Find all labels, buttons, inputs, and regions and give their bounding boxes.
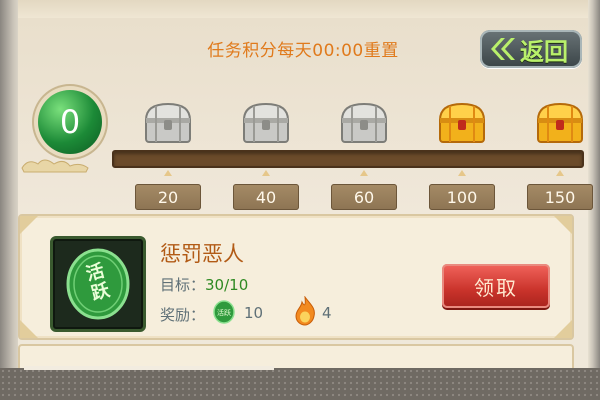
- reward-label: 奖励：: [160, 306, 206, 324]
- milestone-threshold: 60: [331, 184, 397, 210]
- task-title: 惩罚恶人: [160, 242, 244, 266]
- corner-ornament-icon: [554, 320, 572, 338]
- silver-chest-icon[interactable]: [140, 98, 196, 148]
- silver-chest-icon[interactable]: [238, 98, 294, 148]
- milestone-marker-icon: [458, 170, 466, 176]
- reward-fire-amount: 4: [322, 304, 332, 322]
- claim-button[interactable]: 领取: [442, 264, 550, 308]
- silver-chest-icon[interactable]: [336, 98, 392, 148]
- bottom-pattern: [0, 368, 600, 400]
- reward-active-amount: 10: [244, 304, 264, 322]
- points-value: 0: [59, 103, 81, 141]
- back-button[interactable]: 返回: [480, 30, 582, 68]
- claim-button-label: 领取: [474, 275, 518, 300]
- gold-chest-icon[interactable]: [532, 98, 588, 148]
- task-icon: 活跃: [50, 236, 146, 332]
- milestone-threshold: 40: [233, 184, 299, 210]
- corner-ornament-icon: [20, 320, 38, 338]
- milestone-threshold: 20: [135, 184, 201, 210]
- task-card: 活跃 惩罚恶人 目标：30/10 奖励： 活跃 10 4 领取: [18, 214, 574, 340]
- active-points-icon-text: 活跃: [217, 308, 231, 317]
- target-value: 30/10: [205, 276, 249, 294]
- milestone-threshold: 150: [527, 184, 593, 210]
- milestone-marker-icon: [360, 170, 368, 176]
- corner-ornament-icon: [554, 216, 572, 234]
- milestone-marker-icon: [262, 170, 270, 176]
- milestone-threshold: 100: [429, 184, 495, 210]
- progress-bar: [112, 150, 584, 168]
- bottom-highlight: [24, 366, 274, 370]
- cloud-ornament-icon: [21, 159, 89, 173]
- target-label: 目标：: [160, 276, 206, 294]
- fire-icon: [295, 296, 315, 326]
- top-strip: [18, 0, 588, 19]
- game-screen: 任务积分每天00:00重置 返回 0 20 40 60 100 150 活跃 惩…: [0, 0, 600, 400]
- back-button-label: 返回: [520, 37, 568, 66]
- gold-chest-icon[interactable]: [434, 98, 490, 148]
- milestone-marker-icon: [164, 170, 172, 176]
- points-orb: 0: [38, 90, 102, 154]
- active-points-icon: 活跃: [213, 300, 235, 324]
- double-chevron-left-icon: [491, 38, 515, 60]
- task-target: 目标：30/10: [160, 274, 248, 295]
- milestone-marker-icon: [556, 170, 564, 176]
- corner-ornament-icon: [20, 216, 38, 234]
